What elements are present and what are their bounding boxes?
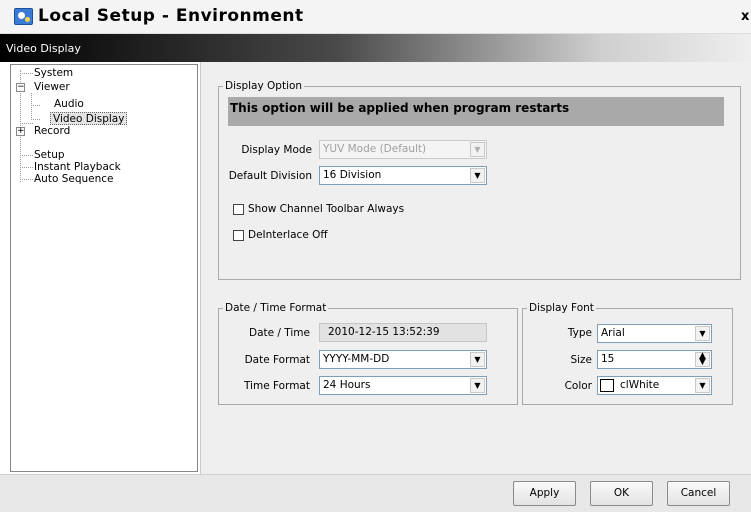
date-format-label: Date Format <box>244 354 310 366</box>
tree-item-auto-sequence[interactable]: Auto Sequence <box>34 173 114 186</box>
display-mode-select: YUV Mode (Default) ▼ <box>319 140 487 159</box>
tree-connector-line <box>20 179 33 180</box>
close-icon[interactable]: x <box>741 9 749 24</box>
default-division-value: 16 Division <box>323 169 382 181</box>
settings-tree: System − Viewer Audio Video Display + Re… <box>10 64 198 472</box>
section-header-title: Video Display <box>6 42 81 55</box>
display-mode-label: Display Mode <box>241 144 312 156</box>
tree-item-audio[interactable]: Audio <box>54 98 84 111</box>
deinterlace-label[interactable]: DeInterlace Off <box>248 229 328 241</box>
deinterlace-checkbox[interactable] <box>233 230 244 241</box>
tree-connector-line <box>31 119 40 120</box>
dialog-footer: Apply OK Cancel <box>0 474 751 512</box>
chevron-down-icon[interactable]: ▼ <box>470 168 485 183</box>
color-swatch <box>600 379 614 392</box>
restart-notice: This option will be applied when program… <box>228 97 724 126</box>
datetime-label: Date / Time <box>248 327 310 339</box>
font-size-value: 15 <box>601 353 615 365</box>
date-format-select[interactable]: YYYY-MM-DD ▼ <box>319 350 487 369</box>
date-time-format-legend: Date / Time Format <box>223 302 329 315</box>
font-size-label: Size <box>570 354 592 366</box>
window-title: Local Setup - Environment <box>38 6 304 26</box>
tree-connector-line <box>31 105 40 106</box>
app-icon <box>14 8 33 25</box>
tree-item-video-display[interactable]: Video Display <box>50 112 128 125</box>
tree-item-system[interactable]: System <box>34 67 73 80</box>
tree-connector-line <box>31 93 32 120</box>
chevron-down-icon[interactable]: ▼ <box>695 326 710 341</box>
font-type-value: Arial <box>601 327 625 339</box>
ok-button[interactable]: OK <box>590 481 653 506</box>
chevron-down-icon: ▼ <box>470 142 485 157</box>
apply-button[interactable]: Apply <box>513 481 576 506</box>
tree-connector-line <box>20 123 33 124</box>
tree-item-record[interactable]: Record <box>34 125 70 138</box>
tree-connector-line <box>20 167 33 168</box>
section-header: Video Display <box>0 34 751 62</box>
chevron-down-icon[interactable]: ▼ <box>695 378 710 393</box>
tree-connector-line <box>20 73 33 74</box>
datetime-display: 2010-12-15 13:52:39 <box>319 323 487 342</box>
time-format-label: Time Format <box>243 380 310 392</box>
font-color-label: Color <box>564 380 592 392</box>
spin-arrows-icon[interactable]: ▲ ▼ <box>695 352 710 367</box>
show-channel-toolbar-label[interactable]: Show Channel Toolbar Always <box>248 203 404 215</box>
display-font-legend: Display Font <box>527 302 596 315</box>
collapse-icon[interactable]: − <box>16 83 25 92</box>
time-format-value: 24 Hours <box>323 379 371 391</box>
time-format-select[interactable]: 24 Hours ▼ <box>319 376 487 395</box>
tree-connector-line <box>20 155 33 156</box>
date-format-value: YYYY-MM-DD <box>323 353 390 365</box>
display-option-legend: Display Option <box>223 80 305 93</box>
title-bar: Local Setup - Environment x <box>0 0 751 34</box>
font-type-select[interactable]: Arial ▼ <box>597 324 712 343</box>
font-size-spinner[interactable]: 15 ▲ ▼ <box>597 350 712 369</box>
expand-icon[interactable]: + <box>16 127 25 136</box>
font-color-value: clWhite <box>620 379 660 391</box>
font-type-label: Type <box>567 327 592 339</box>
default-division-label: Default Division <box>228 170 312 182</box>
chevron-down-icon[interactable]: ▼ <box>470 378 485 393</box>
tree-item-viewer[interactable]: Viewer <box>34 81 70 94</box>
default-division-select[interactable]: 16 Division ▼ <box>319 166 487 185</box>
cancel-button[interactable]: Cancel <box>667 481 730 506</box>
chevron-down-icon[interactable]: ▼ <box>470 352 485 367</box>
display-mode-value: YUV Mode (Default) <box>323 143 427 155</box>
font-color-select[interactable]: clWhite ▼ <box>597 376 712 395</box>
show-channel-toolbar-checkbox[interactable] <box>233 204 244 215</box>
